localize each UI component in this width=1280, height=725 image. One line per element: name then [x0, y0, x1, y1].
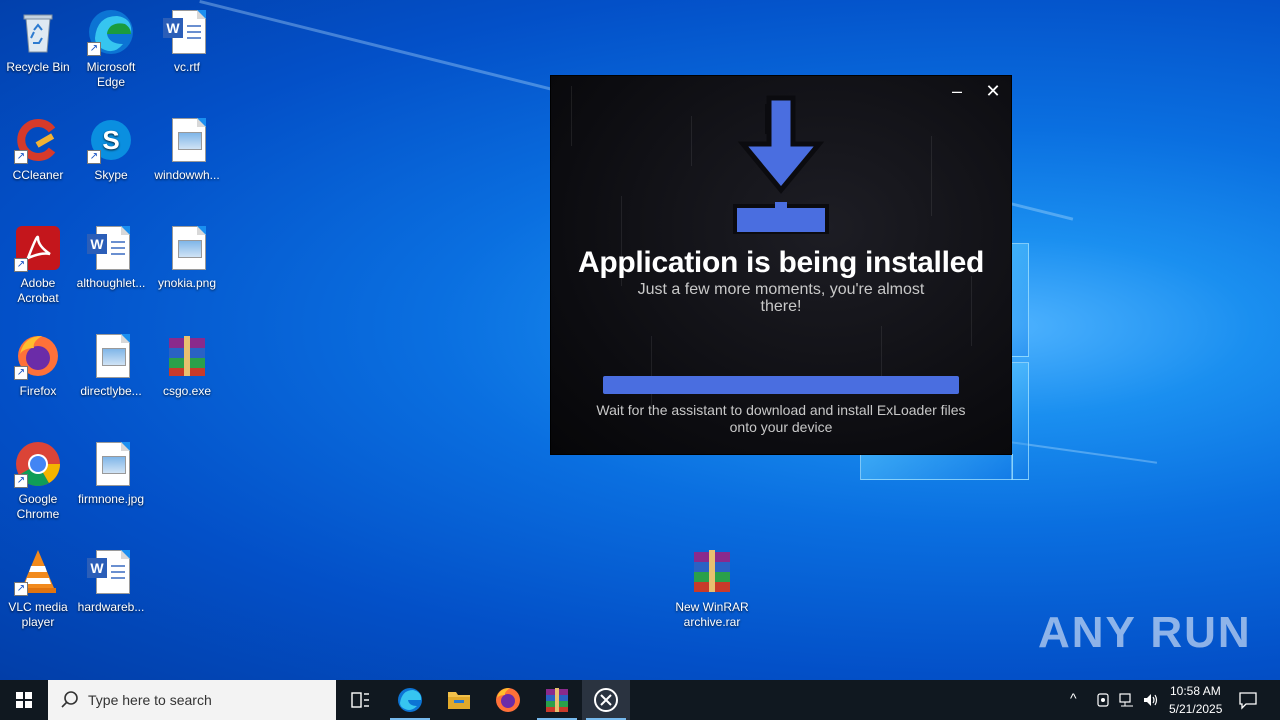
firefox-icon: ↗ — [14, 332, 62, 380]
installer-subtitle: Just a few more moments, you're almost t… — [637, 281, 925, 315]
desktop-icon-label: Google Chrome — [16, 492, 60, 521]
desktop-icon-vc-rtf[interactable]: W vc.rtf — [149, 2, 225, 75]
taskbar-exloader[interactable] — [582, 680, 630, 720]
desktop-icon-label: VLC media player — [8, 600, 68, 629]
desktop-icon-althoughlet[interactable]: W althoughlet... — [73, 218, 149, 291]
desktop-icon-label: windowwh... — [154, 168, 220, 182]
desktop-icon-csgo[interactable]: csgo.exe — [149, 326, 225, 399]
taskbar-search-box[interactable]: Type here to search — [48, 680, 336, 720]
desktop-icon-label: vc.rtf — [174, 60, 200, 74]
desktop-icon-label: csgo.exe — [162, 384, 212, 398]
shortcut-arrow-icon: ↗ — [87, 150, 101, 164]
desktop-icon-label: hardwareb... — [77, 600, 145, 614]
taskbar-firefox[interactable] — [484, 680, 532, 720]
desktop-icon-ynokia[interactable]: ynokia.png — [149, 218, 225, 291]
exloader-icon — [594, 688, 618, 712]
installer-title: Application is being installed — [577, 246, 985, 279]
shortcut-arrow-icon: ↗ — [14, 258, 28, 272]
edge-icon: ↗ — [87, 8, 135, 56]
desktop-icon-ccleaner[interactable]: ↗ CCleaner — [0, 110, 76, 183]
shortcut-arrow-icon: ↗ — [14, 582, 28, 596]
task-view-icon — [351, 692, 369, 708]
taskbar-winrar[interactable] — [533, 680, 581, 720]
desktop: Recycle Bin ↗ CCleaner ↗ Adobe Acrobat ↗… — [0, 0, 1280, 680]
installer-window[interactable]: – ✕ Application is being installed Just … — [551, 76, 1011, 454]
windows-logo-pane — [860, 454, 1013, 480]
desktop-icon-adobe-acrobat[interactable]: ↗ Adobe Acrobat — [0, 218, 76, 306]
volume-icon[interactable] — [1142, 692, 1160, 708]
desktop-icon-recycle-bin[interactable]: Recycle Bin — [0, 2, 76, 75]
tray-overflow-icon[interactable]: ^ — [1070, 690, 1077, 706]
desktop-icon-firmnone[interactable]: firmnone.jpg — [73, 434, 149, 507]
desktop-icon-microsoft-edge[interactable]: ↗ Microsoft Edge — [73, 2, 149, 90]
image-file-icon — [163, 224, 211, 272]
desktop-icon-google-chrome[interactable]: ↗ Google Chrome — [0, 434, 76, 522]
installer-hint: Wait for the assistant to download and i… — [596, 402, 966, 435]
desktop-icon-label: Adobe Acrobat — [17, 276, 59, 305]
desktop-icon-label: Skype — [94, 168, 128, 182]
taskbar: Type here to search ^ 10:58 AM 5/21/2025 — [0, 680, 1280, 720]
word-doc-icon: W — [163, 8, 211, 56]
desktop-icon-label: althoughlet... — [76, 276, 146, 290]
recycle-bin-icon — [14, 8, 62, 56]
vlc-icon: ↗ — [14, 548, 62, 596]
desktop-icon-directlybe[interactable]: directlybe... — [73, 326, 149, 399]
desktop-icon-windowwh[interactable]: windowwh... — [149, 110, 225, 183]
taskbar-edge[interactable] — [386, 680, 434, 720]
desktop-icon-hardwareb[interactable]: W hardwareb... — [73, 542, 149, 615]
windows-logo-pane — [1011, 243, 1029, 357]
winrar-icon — [688, 548, 736, 596]
skype-icon: S ↗ — [87, 116, 135, 164]
image-file-icon — [163, 116, 211, 164]
word-doc-icon: W — [87, 548, 135, 596]
svg-text:S: S — [102, 125, 119, 155]
search-placeholder: Type here to search — [88, 692, 212, 708]
desktop-icon-label: CCleaner — [12, 168, 64, 182]
search-icon — [61, 691, 78, 708]
image-file-icon — [87, 440, 135, 488]
desktop-icon-label: directlybe... — [80, 384, 142, 398]
task-view-button[interactable] — [336, 680, 384, 720]
desktop-icon-label: Microsoft Edge — [86, 60, 136, 89]
install-progress-bar — [603, 376, 959, 394]
ccleaner-icon: ↗ — [14, 116, 62, 164]
desktop-icon-vlc[interactable]: ↗ VLC media player — [0, 542, 76, 630]
shortcut-arrow-icon: ↗ — [14, 150, 28, 164]
firefox-icon — [496, 688, 520, 712]
desktop-icon-new-winrar-archive[interactable]: New WinRAR archive.rar — [674, 542, 750, 630]
anyrun-watermark: ANY RUN — [1038, 608, 1252, 657]
chrome-icon: ↗ — [14, 440, 62, 488]
taskbar-file-explorer[interactable] — [435, 680, 483, 720]
desktop-icon-firefox[interactable]: ↗ Firefox — [0, 326, 76, 399]
windows-logo-icon — [16, 692, 32, 708]
shortcut-arrow-icon: ↗ — [14, 366, 28, 380]
desktop-icon-label: firmnone.jpg — [77, 492, 145, 506]
desktop-icon-label: New WinRAR archive.rar — [675, 600, 749, 629]
close-button[interactable]: ✕ — [980, 80, 1006, 102]
desktop-icon-label: Firefox — [19, 384, 57, 398]
minimize-button[interactable]: – — [944, 80, 970, 102]
start-button[interactable] — [0, 680, 48, 720]
clock-time[interactable]: 10:58 AM — [1170, 684, 1221, 698]
file-explorer-icon — [448, 692, 470, 709]
desktop-icon-label: Recycle Bin — [6, 60, 70, 74]
desktop-icon-skype[interactable]: S ↗ Skype — [73, 110, 149, 183]
acrobat-icon: ↗ — [14, 224, 62, 272]
network-icon[interactable] — [1118, 692, 1136, 708]
desktop-icon-label: ynokia.png — [157, 276, 217, 290]
shortcut-arrow-icon: ↗ — [87, 42, 101, 56]
shortcut-arrow-icon: ↗ — [14, 474, 28, 488]
image-file-icon — [87, 332, 135, 380]
winrar-icon — [163, 332, 211, 380]
word-doc-icon: W — [87, 224, 135, 272]
winrar-icon — [546, 688, 568, 712]
download-arrow-icon — [733, 95, 829, 234]
clock-date[interactable]: 5/21/2025 — [1169, 702, 1222, 716]
device-icon[interactable] — [1095, 692, 1111, 708]
windows-logo-pane — [1011, 362, 1029, 480]
notifications-icon[interactable] — [1238, 690, 1258, 710]
edge-icon — [398, 688, 422, 712]
